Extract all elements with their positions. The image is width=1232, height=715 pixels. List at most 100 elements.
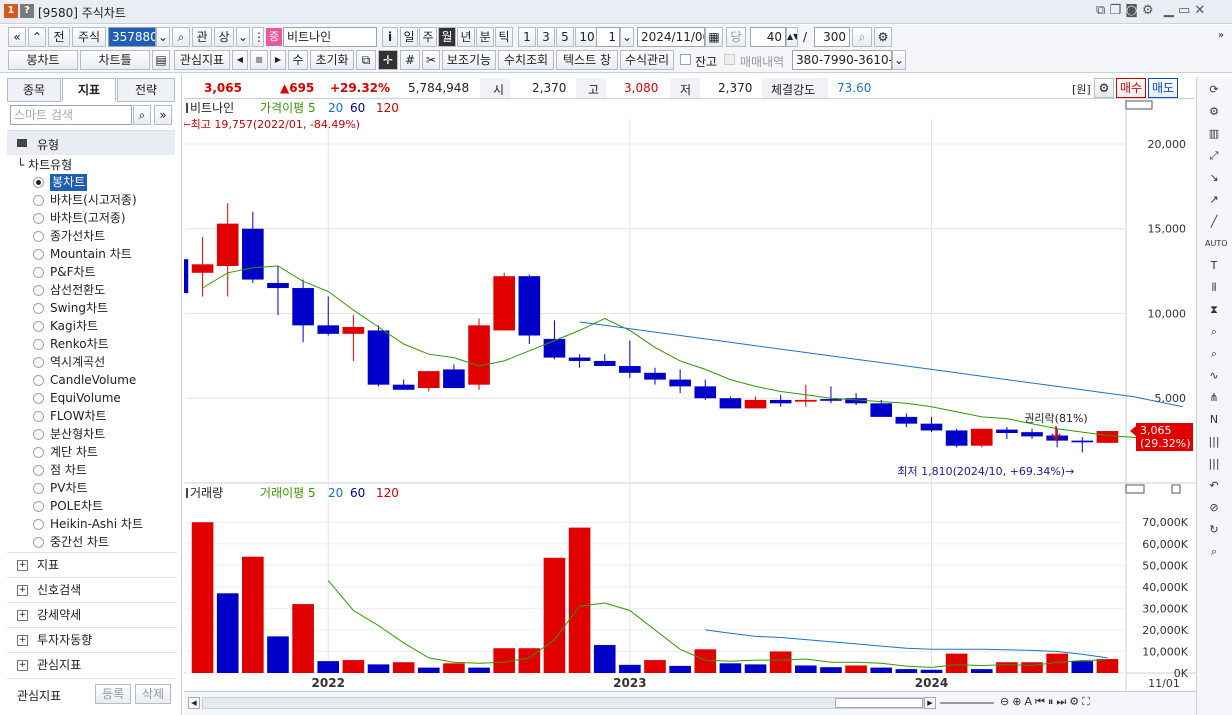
scroll-track[interactable] xyxy=(202,697,924,709)
close-icon[interactable]: ✕ xyxy=(1194,3,1205,18)
restore-icon[interactable]: ▭ xyxy=(1178,3,1190,18)
buy-button[interactable]: 매수 xyxy=(1116,78,1146,98)
chart-type-radio-19[interactable] xyxy=(33,519,44,530)
chart-type-item-20[interactable]: 중간선 차트 xyxy=(50,534,109,551)
chart-type-radio-6[interactable] xyxy=(33,285,44,296)
chart-type-item-11[interactable]: CandleVolume xyxy=(50,372,136,389)
period-4-button[interactable]: 분 xyxy=(476,27,494,47)
stock-chart[interactable]: 20,000 15,000 10,000 5,000 70,000K 60,000K 50,… xyxy=(184,99,1196,691)
up-button[interactable]: ⌃ xyxy=(28,27,46,47)
first-icon[interactable]: ⏮ xyxy=(1035,695,1048,708)
trade-history-checkbox[interactable] xyxy=(724,54,735,65)
zoom-icon[interactable]: ⌕ xyxy=(852,27,872,47)
scroll-thumb[interactable] xyxy=(835,698,923,708)
chart-type-radio-13[interactable] xyxy=(33,411,44,422)
prev-prev-button[interactable]: « xyxy=(8,27,26,47)
grid-icon[interactable]: # xyxy=(400,50,420,70)
chart-frame-button[interactable]: 차트틀 xyxy=(80,50,150,70)
date-input[interactable]: 2024/11/06 xyxy=(637,27,705,47)
chart-type-item-9[interactable]: Renko차트 xyxy=(50,336,109,353)
count-stepper[interactable]: ▲▼ xyxy=(786,27,798,47)
chart-type-radio-20[interactable] xyxy=(33,537,44,548)
zoom-in-icon[interactable]: ⊕ xyxy=(1012,695,1024,708)
chart-type-radio-1[interactable] xyxy=(33,195,44,206)
bars-tool-2-icon[interactable]: ||| xyxy=(1205,455,1223,473)
eraser-icon[interactable]: ⊘ xyxy=(1205,499,1223,517)
formula-manage-button[interactable]: 수식관리 xyxy=(620,50,674,70)
value-query-button[interactable]: 수치조회 xyxy=(498,50,554,70)
reset-button[interactable]: 초기화 xyxy=(310,50,354,70)
section-1[interactable]: + 신호검색 xyxy=(7,577,177,602)
candle-tool-icon[interactable]: ⧗ xyxy=(1205,301,1223,319)
chart-type-radio-4[interactable] xyxy=(33,249,44,260)
tool-gear-icon[interactable]: ⚙ xyxy=(1205,103,1223,121)
settings-gear-icon[interactable]: ⚙ xyxy=(874,27,892,47)
code-dropdown[interactable]: ⌄ xyxy=(156,27,170,47)
search-icon[interactable]: ⌕ xyxy=(133,105,151,125)
diagonal-line-icon[interactable]: ╱ xyxy=(1205,213,1223,231)
chart-type-item-16[interactable]: 점 차트 xyxy=(50,462,87,479)
bottom-gear-icon[interactable]: ⚙ xyxy=(1069,695,1082,708)
chart-type-radio-14[interactable] xyxy=(33,429,44,440)
chart-type-radio-7[interactable] xyxy=(33,303,44,314)
chart-type-radio-17[interactable] xyxy=(33,483,44,494)
delete-button[interactable]: 삭제 xyxy=(135,684,171,704)
expand-icon[interactable]: » xyxy=(1218,30,1224,41)
search-tool-icon[interactable]: ⌕ xyxy=(1205,543,1223,561)
copy-icon[interactable]: ❐ xyxy=(1109,3,1121,18)
stock-type-select[interactable]: 주식 xyxy=(72,27,106,47)
more-icon[interactable]: ⋮ xyxy=(252,27,264,47)
stock-code-input[interactable]: 357880 xyxy=(108,27,156,47)
text-window-button[interactable]: 텍스트 창 xyxy=(556,50,618,70)
section-4[interactable]: + 관심지표 xyxy=(7,652,177,677)
window-icon[interactable]: ⧉ xyxy=(356,50,376,70)
chart-type-item-6[interactable]: 삼선전환도 xyxy=(50,282,105,299)
line-tool-icon[interactable]: ↘ xyxy=(1205,169,1223,187)
chart-type-item-5[interactable]: P&F차트 xyxy=(50,264,96,281)
text-tool-icon[interactable]: T xyxy=(1205,257,1223,275)
ray-tool-icon[interactable]: ↗ xyxy=(1205,191,1223,209)
total-input[interactable]: 300 xyxy=(814,27,850,47)
chart-type-item-4[interactable]: Mountain 차트 xyxy=(50,246,132,263)
tab-indicators[interactable]: 지표 xyxy=(62,78,116,102)
bars-tool-icon[interactable]: ||| xyxy=(1205,433,1223,451)
scroll-right-icon[interactable]: ▶ xyxy=(924,697,936,709)
period-5-button[interactable]: 틱 xyxy=(495,27,513,47)
chart-type-item-3[interactable]: 종가선차트 xyxy=(50,228,105,245)
section-2[interactable]: + 강세약세 xyxy=(7,602,177,627)
interval-2-button[interactable]: 5 xyxy=(556,27,574,47)
chart-type-item-0[interactable]: 봉차트 xyxy=(50,174,88,191)
period-1-button[interactable]: 주 xyxy=(419,27,437,47)
chart-type-radio-9[interactable] xyxy=(33,339,44,350)
fullscreen-icon[interactable]: ⛶ xyxy=(1082,695,1093,708)
smart-search-input[interactable]: 스마트 검색 xyxy=(10,105,132,125)
section-3[interactable]: + 투자자동향 xyxy=(7,627,177,652)
account-dropdown[interactable]: ⌄ xyxy=(892,50,906,70)
n-tool-icon[interactable]: N xyxy=(1205,411,1223,429)
stock-name-field[interactable]: 비트나인 xyxy=(283,27,377,47)
chart-type-radio-5[interactable] xyxy=(33,267,44,278)
chart-type-radio-3[interactable] xyxy=(33,231,44,242)
wave-tool-icon[interactable]: ∿ xyxy=(1205,367,1223,385)
tab-strategy[interactable]: 전략 xyxy=(117,78,175,102)
count-input[interactable]: 40 xyxy=(750,27,786,47)
chart-gear-icon[interactable]: ⚙ xyxy=(1094,78,1114,98)
info-button[interactable]: i xyxy=(382,27,398,47)
last-icon[interactable]: ⏭ xyxy=(1056,695,1069,708)
chart-type-radio-16[interactable] xyxy=(33,465,44,476)
calendar-icon[interactable]: ▦ xyxy=(705,27,723,47)
su-button[interactable]: 수 xyxy=(288,50,308,70)
gear-icon[interactable]: ⚙ xyxy=(1142,3,1154,18)
account-select[interactable]: 380-7990-3610-1 xyxy=(792,50,892,70)
magnifier-icon[interactable]: ⌕ xyxy=(1205,323,1223,341)
chart-type-item-13[interactable]: FLOW차트 xyxy=(50,408,107,425)
undo-icon[interactable]: ↶ xyxy=(1205,477,1223,495)
chart-type-item-8[interactable]: Kagi차트 xyxy=(50,318,98,335)
zoom-out-icon[interactable]: ⊖ xyxy=(1000,695,1012,708)
scissors-icon[interactable]: ✂ xyxy=(422,50,440,70)
chart-type-item-19[interactable]: Heikin-Ashi 차트 xyxy=(50,516,143,533)
aux-function-button[interactable]: 보조기능 xyxy=(442,50,496,70)
tab-stocks[interactable]: 종목 xyxy=(7,78,61,102)
scroll-left-icon[interactable]: ◀ xyxy=(188,697,200,709)
register-button[interactable]: 등록 xyxy=(95,684,131,704)
